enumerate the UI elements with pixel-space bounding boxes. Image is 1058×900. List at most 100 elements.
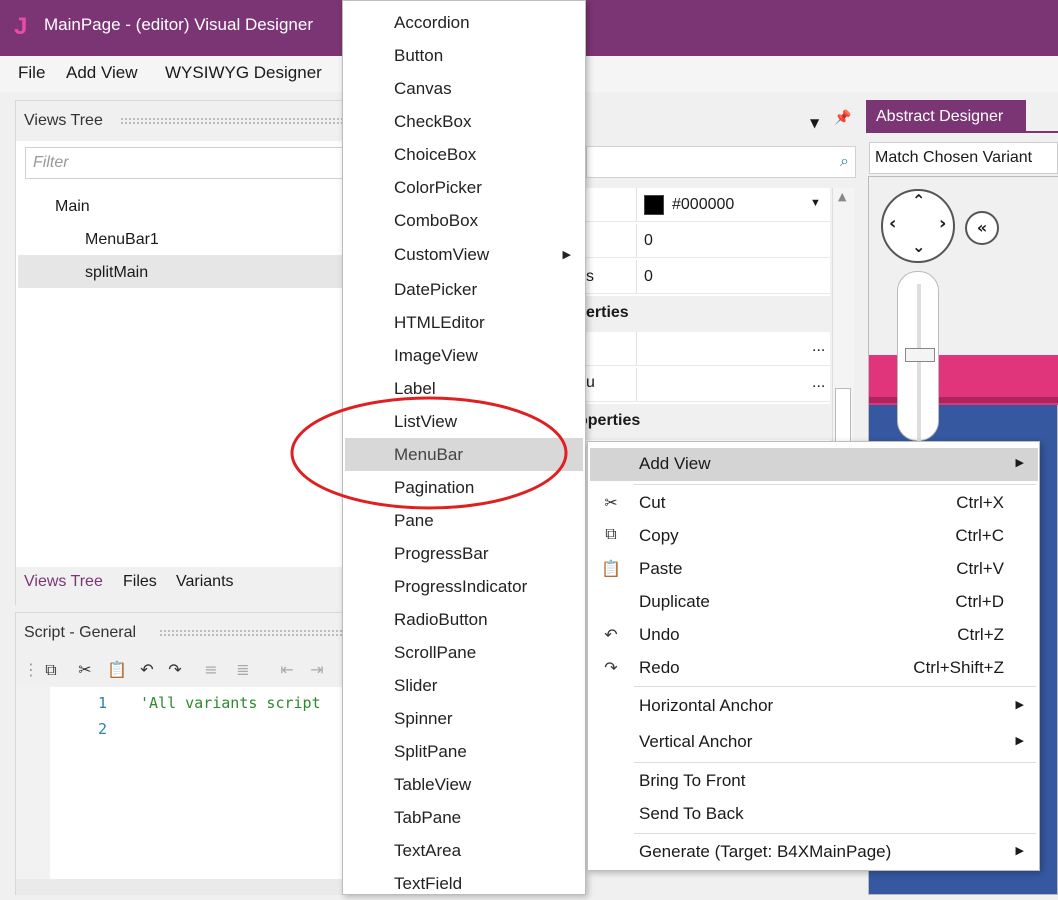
tree-item-menubar1[interactable]: MenuBar1 (85, 231, 159, 249)
menu-item-cut[interactable]: ✂ Cut Ctrl+X (590, 487, 1038, 520)
script-header: Script - General (16, 613, 344, 653)
drag-grip[interactable] (159, 629, 344, 637)
chevron-right-icon: ▶ (1015, 845, 1024, 857)
cut-icon[interactable]: ✂ (74, 659, 96, 681)
property-row[interactable]: u ... (586, 368, 830, 402)
dropdown-item-checkbox[interactable]: CheckBox (345, 105, 583, 138)
dropdown-item-textarea[interactable]: TextArea (345, 834, 583, 867)
menu-wysiwyg-designer[interactable]: WYSIWYG Designer (165, 63, 322, 83)
dropdown-item-combobox[interactable]: ComboBox (345, 204, 583, 237)
drag-grip[interactable] (120, 117, 344, 125)
dropdown-item-spinner[interactable]: Spinner (345, 702, 583, 735)
app-logo: J (14, 13, 28, 40)
indent-icon[interactable]: ⇥ (306, 659, 328, 681)
script-toolbar: ⋮ ⧉ ✂ 📋 ↶ ↷ ≡ ≣ ⇤ ⇥ (16, 653, 344, 687)
filter-input-box[interactable]: Filter (25, 147, 345, 179)
vertical-scrollbar[interactable]: ▲ (832, 188, 854, 445)
dropdown-item-textfield[interactable]: TextField (345, 867, 583, 900)
redo-icon[interactable]: ↷ (164, 659, 186, 681)
menu-item-undo[interactable]: ↶ Undo Ctrl+Z (590, 619, 1038, 652)
menu-file[interactable]: File (18, 63, 45, 83)
outdent-icon[interactable]: ⇤ (276, 659, 298, 681)
dropdown-item-tabpane[interactable]: TabPane (345, 801, 583, 834)
dropdown-item-datepicker[interactable]: DatePicker (345, 273, 583, 306)
chevron-right-icon: ▶ (1015, 735, 1024, 747)
undo-icon[interactable]: ↶ (136, 659, 158, 681)
dropdown-item-canvas[interactable]: Canvas (345, 72, 583, 105)
property-row[interactable]: s 0 (586, 260, 830, 294)
menu-item-generate[interactable]: Generate (Target: B4XMainPage) ▶ (590, 836, 1038, 869)
paste-icon: 📋 (601, 561, 621, 578)
pan-control[interactable]: ⌃ ⌄ ‹ › (881, 189, 955, 263)
tab-variants[interactable]: Variants (176, 573, 234, 591)
properties-panel: ▼ 📌 ⌕ #000000 ▼ 0 s 0 erties ... u ... o… (578, 100, 860, 445)
dropdown-item-splitpane[interactable]: SplitPane (345, 735, 583, 768)
dropdown-item-customview[interactable]: CustomView ▶ (345, 238, 583, 271)
views-tree-panel: Views Tree Filter Main MenuBar1 splitMai… (15, 100, 345, 605)
copy-icon[interactable]: ⧉ (40, 659, 62, 681)
tree-item-splitmain[interactable]: splitMain (85, 264, 148, 282)
dropdown-item-tableview[interactable]: TableView (345, 768, 583, 801)
toolbar-grip-icon: ⋮ (23, 660, 39, 679)
dropdown-item-htmleditor[interactable]: HTMLEditor (345, 306, 583, 339)
window-title: MainPage - (editor) Visual Designer (44, 15, 313, 34)
menu-item-paste[interactable]: 📋 Paste Ctrl+V (590, 553, 1038, 586)
copy-icon: ⧉ (605, 526, 617, 543)
property-value: 0 (644, 232, 653, 249)
variant-select[interactable]: Match Chosen Variant (869, 142, 1058, 174)
menu-item-send-to-back[interactable]: Send To Back (590, 798, 1038, 831)
script-panel: Script - General ⋮ ⧉ ✂ 📋 ↶ ↷ ≡ ≣ ⇤ ⇥ 1 2… (15, 612, 345, 895)
tab-abstract-designer[interactable]: Abstract Designer (866, 100, 1026, 131)
tree-item-main[interactable]: Main (55, 198, 90, 216)
section-title: erties (586, 304, 629, 321)
property-row-color[interactable]: #000000 ▼ (586, 188, 830, 222)
ellipsis-button[interactable]: ... (812, 338, 825, 356)
search-icon[interactable]: ⌕ (840, 151, 849, 171)
scroll-thumb[interactable] (835, 388, 851, 443)
menu-item-duplicate[interactable]: Duplicate Ctrl+D (590, 586, 1038, 619)
zoom-slider[interactable] (897, 271, 939, 444)
dropdown-item-progressindicator[interactable]: ProgressIndicator (345, 570, 583, 603)
dropdown-item-button[interactable]: Button (345, 39, 583, 72)
property-row[interactable]: 0 (586, 224, 830, 258)
chevron-right-icon: ▶ (1015, 699, 1024, 711)
collapse-icon[interactable]: « (965, 211, 999, 245)
tab-views-tree[interactable]: Views Tree (24, 573, 103, 591)
code-gutter (16, 687, 50, 895)
dropdown-item-accordion[interactable]: Accordion (345, 6, 583, 39)
dropdown-item-imageview[interactable]: ImageView (345, 339, 583, 372)
dropdown-item-colorpicker[interactable]: ColorPicker (345, 171, 583, 204)
menu-item-redo[interactable]: ↷ Redo Ctrl+Shift+Z (590, 652, 1038, 685)
pin-icon[interactable]: 📌 (834, 110, 851, 126)
redo-icon: ↷ (604, 660, 618, 677)
comment-icon[interactable]: ≡ (200, 659, 222, 681)
menu-item-horizontal-anchor[interactable]: Horizontal Anchor ▶ (590, 690, 1038, 723)
chevron-right-icon: ▶ (1015, 457, 1024, 469)
menu-item-add-view[interactable]: Add View ▶ (590, 448, 1038, 481)
tree-selection-highlight (18, 255, 344, 288)
code-editor[interactable]: 1 2 'All variants script (50, 687, 344, 879)
paste-icon[interactable]: 📋 (106, 659, 128, 681)
chevron-down-icon[interactable]: ▼ (810, 116, 819, 130)
horizontal-scrollbar[interactable] (16, 879, 344, 895)
property-row[interactable]: ... (586, 332, 830, 366)
property-grid: #000000 ▼ 0 s 0 erties ... u ... opertie… (578, 188, 830, 445)
menu-item-bring-to-front[interactable]: Bring To Front (590, 765, 1038, 798)
dropdown-item-choicebox[interactable]: ChoiceBox (345, 138, 583, 171)
chevron-down-icon[interactable]: ▼ (810, 197, 821, 209)
tab-files[interactable]: Files (123, 573, 157, 591)
ellipsis-button[interactable]: ... (812, 374, 825, 392)
filter-input[interactable]: Filter (33, 154, 69, 172)
dropdown-item-slider[interactable]: Slider (345, 669, 583, 702)
color-swatch[interactable] (644, 195, 664, 215)
menu-item-copy[interactable]: ⧉ Copy Ctrl+C (590, 520, 1038, 553)
code-comment: 'All variants script (140, 694, 321, 712)
properties-search-box[interactable]: ⌕ (586, 146, 856, 178)
zoom-thumb[interactable] (905, 348, 935, 362)
menu-item-vertical-anchor[interactable]: Vertical Anchor ▶ (590, 726, 1038, 759)
uncomment-icon[interactable]: ≣ (232, 659, 254, 681)
dropdown-item-progressbar[interactable]: ProgressBar (345, 537, 583, 570)
menu-add-view[interactable]: Add View (66, 63, 138, 83)
dropdown-item-radiobutton[interactable]: RadioButton (345, 603, 583, 636)
dropdown-item-scrollpane[interactable]: ScrollPane (345, 636, 583, 669)
